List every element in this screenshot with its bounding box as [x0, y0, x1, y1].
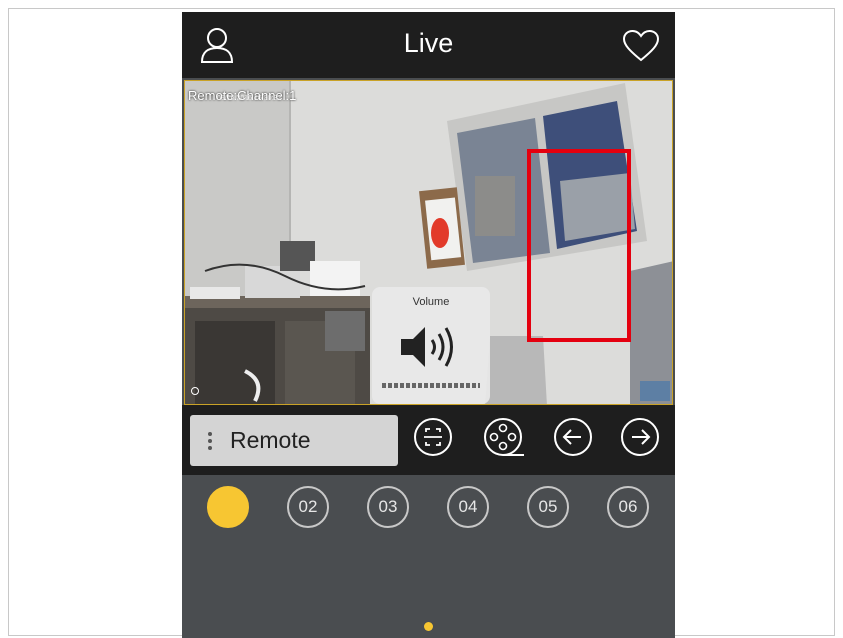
- live-video-view[interactable]: Remote:Channel:1 09/16/2016 16:30:32 Vol…: [184, 80, 673, 405]
- channel-button-03[interactable]: 03: [367, 486, 409, 528]
- page-indicator-dot[interactable]: [424, 622, 433, 631]
- heart-icon[interactable]: [622, 30, 660, 62]
- channel-button-01[interactable]: 01: [207, 486, 249, 528]
- channel-button-05[interactable]: 05: [527, 486, 569, 528]
- page-title: Live: [403, 28, 454, 58]
- remote-label: Remote: [230, 427, 311, 453]
- channel-button-06[interactable]: 06: [607, 486, 649, 528]
- record-indicator-icon: [191, 387, 199, 395]
- channel-selector: 01 02 03 04 05 06: [182, 475, 675, 638]
- vertical-dots-icon: [208, 432, 212, 450]
- film-reel-icon[interactable]: [482, 416, 528, 462]
- remote-selector-button[interactable]: Remote: [190, 415, 398, 466]
- arrow-right-icon[interactable]: [619, 416, 661, 458]
- arrow-left-icon[interactable]: [552, 416, 594, 458]
- app-screen: Live Remote:Channel:1 09/16/2016 16:30:3…: [182, 12, 675, 638]
- channel-button-04[interactable]: 04: [447, 486, 489, 528]
- control-bar: Remote: [182, 405, 675, 475]
- speaker-icon: [401, 327, 453, 367]
- timestamp-overlay: 09/16/2016 16:30:32: [217, 95, 282, 102]
- volume-popup: Volume: [372, 287, 490, 404]
- channel-button-02[interactable]: 02: [287, 486, 329, 528]
- top-bar: Live: [182, 12, 675, 78]
- volume-level-bar[interactable]: [382, 383, 480, 388]
- volume-label: Volume: [412, 296, 450, 308]
- scan-icon[interactable]: [412, 416, 454, 458]
- highlight-box: [527, 149, 631, 342]
